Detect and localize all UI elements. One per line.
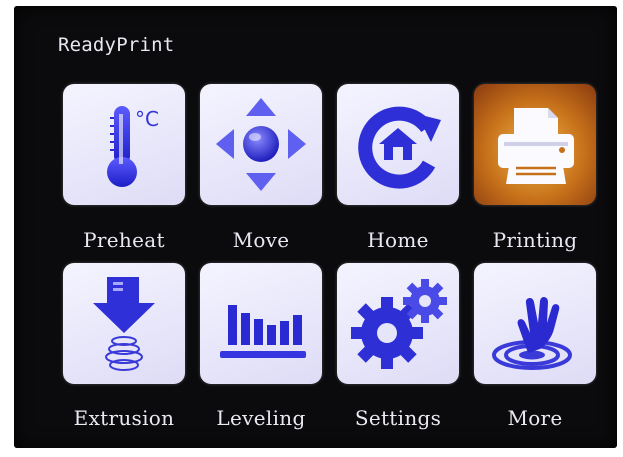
lcd-screen: ReadyPrint °C Preheat Move Home Printing… [14, 6, 617, 448]
preheat-button[interactable]: °C [63, 84, 185, 205]
hand-pointer-icon [492, 296, 572, 370]
leveling-button[interactable] [200, 263, 322, 384]
extrusion-label: Extrusion [73, 406, 175, 430]
home-icon [358, 106, 441, 189]
move-button[interactable] [200, 84, 322, 205]
settings-label: Settings [354, 406, 442, 430]
more-label: More [507, 406, 563, 430]
more-button[interactable] [474, 263, 596, 384]
celsius-unit: °C [135, 107, 159, 131]
preheat-label: Preheat [83, 228, 165, 252]
home-button[interactable] [337, 84, 459, 205]
printing-label: Printing [492, 228, 578, 252]
device-bezel: ReadyPrint °C Preheat Move Home Printing… [0, 0, 623, 457]
leveling-bars-icon [220, 305, 306, 358]
move-arrows-icon [216, 98, 306, 191]
printing-button[interactable] [474, 84, 596, 205]
home-label: Home [367, 228, 429, 252]
move-label: Move [232, 228, 290, 252]
leveling-label: Leveling [216, 406, 306, 430]
settings-button[interactable] [337, 263, 459, 384]
printer-icon [498, 108, 574, 184]
screen-title: ReadyPrint [58, 34, 175, 56]
gears-icon [351, 279, 447, 369]
extrusion-button[interactable] [63, 263, 185, 384]
extruder-icon [93, 277, 155, 371]
thermometer-icon: °C [107, 106, 159, 187]
